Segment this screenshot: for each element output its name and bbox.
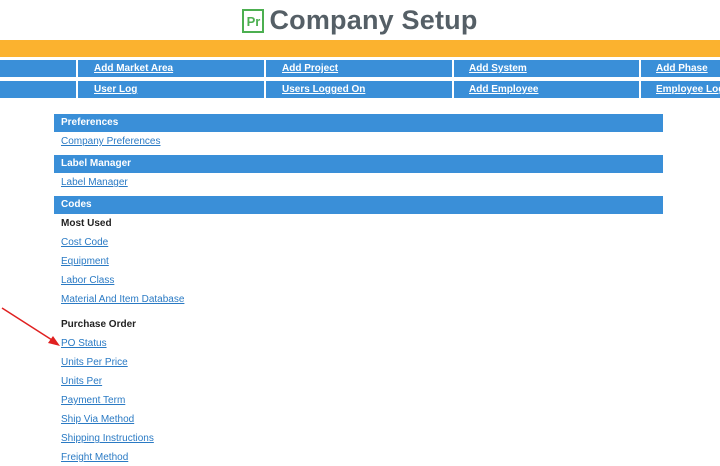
codes-section-header: Codes: [54, 196, 663, 214]
label-manager-link[interactable]: Label Manager: [54, 176, 663, 189]
ship-via-method-link[interactable]: Ship Via Method: [54, 413, 663, 426]
page-header: Pr Company Setup: [0, 0, 720, 40]
nav-cell: Add Employee: [452, 81, 639, 98]
po-status-link[interactable]: PO Status: [54, 337, 663, 350]
nav-add-employee-link[interactable]: Add Employee: [469, 82, 538, 97]
nav-cell: Add Phase: [639, 60, 720, 77]
nav-users-logged-on-link[interactable]: Users Logged On: [282, 82, 365, 97]
nav-user-log-link[interactable]: User Log: [94, 82, 137, 97]
shipping-instructions-link[interactable]: Shipping Instructions: [54, 432, 663, 445]
label-manager-section-header: Label Manager: [54, 155, 663, 173]
freight-method-link[interactable]: Freight Method: [54, 451, 663, 464]
preferences-section-header: Preferences: [54, 114, 663, 132]
material-and-item-database-link[interactable]: Material And Item Database: [54, 293, 663, 306]
nav-cell: User Log: [76, 81, 264, 98]
orange-banner: [0, 40, 720, 57]
logo-icon: Pr: [242, 9, 265, 33]
setup-content: Preferences Company Preferences Label Ma…: [54, 114, 663, 464]
nav-cell: Add Project: [264, 60, 452, 77]
company-preferences-link[interactable]: Company Preferences: [54, 135, 663, 148]
nav-cell: Add System: [452, 60, 639, 77]
cost-code-link[interactable]: Cost Code: [54, 236, 663, 249]
units-per-link[interactable]: Units Per: [54, 375, 663, 388]
nav-cell: Employee Log: [639, 81, 720, 98]
nav-add-phase-link[interactable]: Add Phase: [656, 61, 708, 76]
page-title: Company Setup: [269, 4, 478, 35]
units-per-price-link[interactable]: Units Per Price: [54, 356, 663, 369]
nav-add-system-link[interactable]: Add System: [469, 61, 527, 76]
nav-add-market-area-link[interactable]: Add Market Area: [94, 61, 173, 76]
nav-cell: Users Logged On: [264, 81, 452, 98]
nav-employee-log-link[interactable]: Employee Log: [656, 82, 720, 97]
nav-row-1: Add Market Area Add Project Add System A…: [0, 60, 720, 77]
nav-add-project-link[interactable]: Add Project: [282, 61, 338, 76]
annotation-arrow-icon: [1, 307, 60, 346]
payment-term-link[interactable]: Payment Term: [54, 394, 663, 407]
most-used-heading: Most Used: [61, 218, 112, 229]
purchase-order-heading: Purchase Order: [61, 319, 137, 330]
nav-row-2: User Log Users Logged On Add Employee Em…: [0, 81, 720, 98]
nav-cell: Add Market Area: [76, 60, 264, 77]
labor-class-link[interactable]: Labor Class: [54, 274, 663, 287]
equipment-link[interactable]: Equipment: [54, 255, 663, 268]
